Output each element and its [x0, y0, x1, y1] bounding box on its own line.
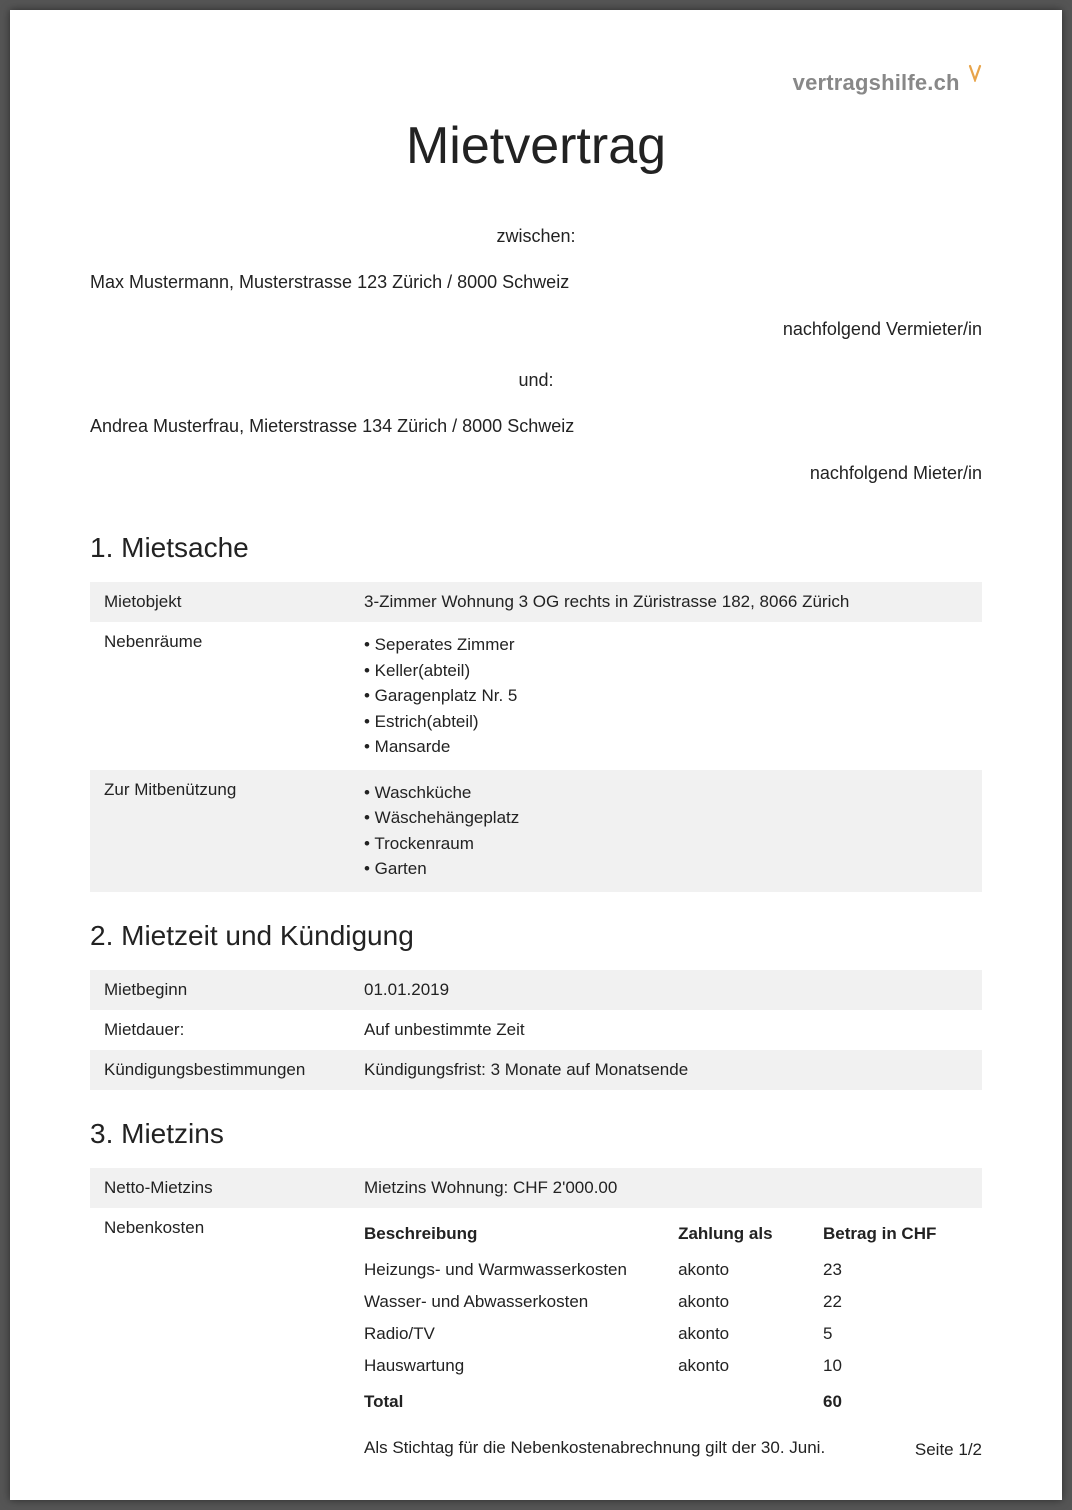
table-row: Nebenkosten Beschreibung Zahlung als Bet…: [90, 1208, 982, 1468]
label-between: zwischen:: [90, 226, 982, 247]
tenant-role: nachfolgend Mieter/in: [90, 463, 982, 484]
col-amt: Betrag in CHF: [823, 1218, 968, 1254]
section-3-table: Netto-Mietzins Mietzins Wohnung: CHF 2'0…: [90, 1168, 982, 1468]
cell-total-label: Total: [364, 1382, 678, 1418]
table-row: Mietbeginn 01.01.2019: [90, 970, 982, 1010]
list-item: • Mansarde: [364, 734, 968, 760]
cell-amt: 23: [823, 1254, 968, 1286]
table-row: Netto-Mietzins Mietzins Wohnung: CHF 2'0…: [90, 1168, 982, 1208]
cell-total-value: 60: [823, 1382, 968, 1418]
landlord-role: nachfolgend Vermieter/in: [90, 319, 982, 340]
cell-value: Auf unbestimmte Zeit: [350, 1010, 982, 1050]
nebenkosten-note: Als Stichtag für die Nebenkostenabrechnu…: [364, 1438, 968, 1458]
brand-name: vertragshilfe.ch: [793, 70, 960, 95]
table-row: Mietdauer: Auf unbestimmte Zeit: [90, 1010, 982, 1050]
cell-label: Nebenkosten: [90, 1208, 350, 1468]
table-row: Heizungs- und Warmwasserkostenakonto23: [364, 1254, 968, 1286]
list-item: • Garagenplatz Nr. 5: [364, 683, 968, 709]
section-2-table: Mietbeginn 01.01.2019 Mietdauer: Auf unb…: [90, 970, 982, 1090]
cell-pay: akonto: [678, 1318, 823, 1350]
list-item: • Estrich(abteil): [364, 709, 968, 735]
cell-value: • Waschküche• Wäschehängeplatz• Trockenr…: [350, 770, 982, 892]
cell-label: Zur Mitbenützung: [90, 770, 350, 892]
cell-desc: Hauswartung: [364, 1350, 678, 1382]
list-item: • Seperates Zimmer: [364, 632, 968, 658]
list-item: • Wäschehängeplatz: [364, 805, 968, 831]
cell-value: Beschreibung Zahlung als Betrag in CHF H…: [350, 1208, 982, 1468]
cell-pay: akonto: [678, 1350, 823, 1382]
section-1-heading: 1. Mietsache: [90, 532, 982, 564]
cell-label: Mietbeginn: [90, 970, 350, 1010]
cell-label: Mietobjekt: [90, 582, 350, 622]
tenant-line: Andrea Musterfrau, Mieterstrasse 134 Zür…: [90, 416, 982, 437]
table-row: Mietobjekt 3-Zimmer Wohnung 3 OG rechts …: [90, 582, 982, 622]
list-item: • Waschküche: [364, 780, 968, 806]
table-row: Nebenräume • Seperates Zimmer• Keller(ab…: [90, 622, 982, 770]
table-row-total: Total 60: [364, 1382, 968, 1418]
cell-value: • Seperates Zimmer• Keller(abteil)• Gara…: [350, 622, 982, 770]
section-1-table: Mietobjekt 3-Zimmer Wohnung 3 OG rechts …: [90, 582, 982, 892]
nebenkosten-table: Beschreibung Zahlung als Betrag in CHF H…: [364, 1218, 968, 1418]
cell-value: 3-Zimmer Wohnung 3 OG rechts in Züristra…: [350, 582, 982, 622]
cell-pay: akonto: [678, 1254, 823, 1286]
col-desc: Beschreibung: [364, 1218, 678, 1254]
label-and: und:: [90, 370, 982, 391]
document-title: Mietvertrag: [90, 116, 982, 176]
table-row: Hauswartungakonto10: [364, 1350, 968, 1382]
table-row: Wasser- und Abwasserkostenakonto22: [364, 1286, 968, 1318]
table-row: Zur Mitbenützung • Waschküche• Wäschehän…: [90, 770, 982, 892]
cell-label: Kündigungsbestimmungen: [90, 1050, 350, 1090]
landlord-line: Max Mustermann, Musterstrasse 123 Zürich…: [90, 272, 982, 293]
cell-label: Netto-Mietzins: [90, 1168, 350, 1208]
cell-value: 01.01.2019: [350, 970, 982, 1010]
cell-desc: Wasser- und Abwasserkosten: [364, 1286, 678, 1318]
table-row: Radio/TVakonto5: [364, 1318, 968, 1350]
cell-label: Nebenräume: [90, 622, 350, 770]
brand-header: vertragshilfe.ch: [90, 70, 982, 96]
cell-value: Kündigungsfrist: 3 Monate auf Monatsende: [350, 1050, 982, 1090]
list-item: • Keller(abteil): [364, 658, 968, 684]
cell-amt: 22: [823, 1286, 968, 1318]
list-item: • Garten: [364, 856, 968, 882]
cell-pay: akonto: [678, 1286, 823, 1318]
section-2-heading: 2. Mietzeit und Kündigung: [90, 920, 982, 952]
table-row: Kündigungsbestimmungen Kündigungsfrist: …: [90, 1050, 982, 1090]
cell-amt: 10: [823, 1350, 968, 1382]
document-page: vertragshilfe.ch Mietvertrag zwischen: M…: [10, 10, 1062, 1500]
cell-amt: 5: [823, 1318, 968, 1350]
brand-logo-icon: [968, 62, 982, 80]
col-pay: Zahlung als: [678, 1218, 823, 1254]
cell-label: Mietdauer:: [90, 1010, 350, 1050]
section-3-heading: 3. Mietzins: [90, 1118, 982, 1150]
list-item: • Trockenraum: [364, 831, 968, 857]
cell-desc: Radio/TV: [364, 1318, 678, 1350]
cell-value: Mietzins Wohnung: CHF 2'000.00: [350, 1168, 982, 1208]
page-footer: Seite 1/2: [915, 1440, 982, 1460]
cell-desc: Heizungs- und Warmwasserkosten: [364, 1254, 678, 1286]
